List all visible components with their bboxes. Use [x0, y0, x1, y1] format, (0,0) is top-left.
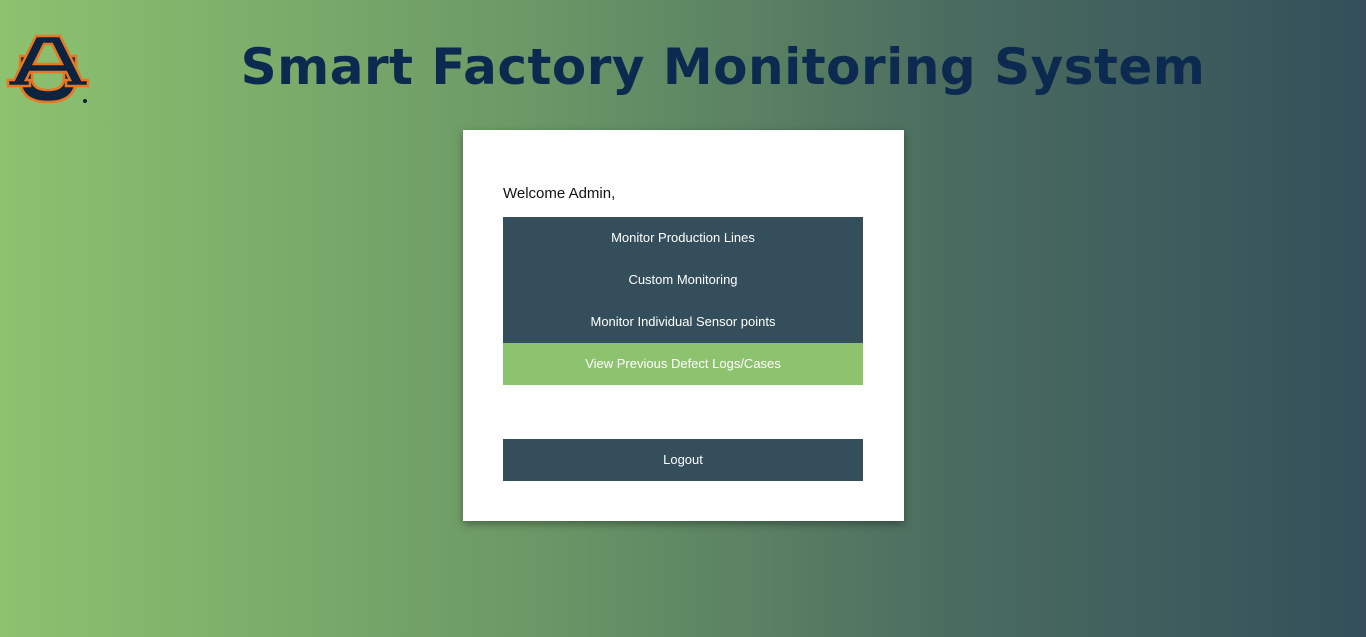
page-title: Smart Factory Monitoring System — [240, 38, 1206, 96]
welcome-text: Welcome Admin, — [503, 185, 616, 202]
logout-button[interactable]: Logout — [503, 439, 863, 481]
admin-menu-card: Welcome Admin, Monitor Production Lines … — [463, 130, 904, 521]
custom-monitoring-button[interactable]: Custom Monitoring — [503, 259, 863, 301]
monitor-production-lines-button[interactable]: Monitor Production Lines — [503, 217, 863, 259]
monitor-sensor-points-button[interactable]: Monitor Individual Sensor points — [503, 301, 863, 343]
admin-menu: Monitor Production Lines Custom Monitori… — [503, 217, 863, 385]
defect-logs-button[interactable]: View Previous Defect Logs/Cases — [503, 343, 863, 385]
